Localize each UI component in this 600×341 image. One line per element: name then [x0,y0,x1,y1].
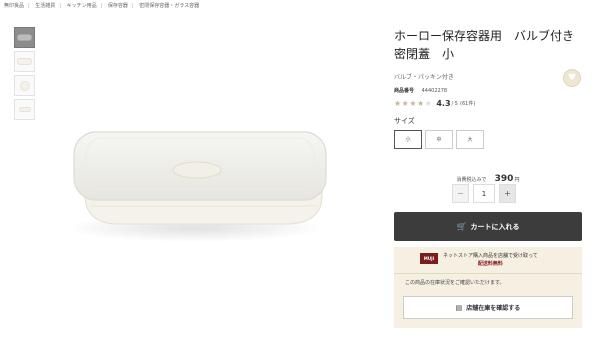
thumbnail-3[interactable] [14,75,35,96]
rating-row[interactable]: ★★★★★ 4.3 / 5 (61件) [394,99,584,108]
price-row: 消費税込みで 390円 [394,166,582,185]
thumbnail-2[interactable] [14,51,35,72]
breadcrumb-item-goods[interactable]: 生活雑貨 [35,3,55,9]
review-count[interactable]: (61件) [460,100,475,107]
quantity-decrease-button[interactable]: − [452,184,469,203]
breadcrumb: 無印良品 | 生活雑貨 | キッチン用品 | 保存容器 | 密閉保存容器・ガラス容器 [4,3,200,9]
store-pickup-box: MUJI ネットストア購入商品を店舗で受け取って 配送料無料 この商品の在庫状況… [394,247,582,328]
check-store-stock-label: 店舗在庫を確認する [466,305,521,312]
add-to-cart-label: カートに入れる [470,222,520,231]
store-pickup-line2: 配送料無料 [477,261,503,267]
size-option-medium[interactable]: 中 [425,130,453,149]
store-pickup-banner: MUJI ネットストア購入商品を店舗で受け取って 配送料無料 [394,247,582,271]
product-code: 44402278 [421,88,448,94]
quantity-value[interactable]: 1 [473,184,495,203]
thumbnail-list [14,27,36,123]
add-to-cart-button[interactable]: 🛒 カートに入れる [394,212,582,241]
quantity-increase-button[interactable]: + [499,184,516,203]
star-icon: ★ [417,99,425,108]
product-subtitle: バルブ・パッキン付き [394,74,454,81]
price-unit: 円 [514,177,520,183]
thumbnail-1[interactable] [14,27,35,48]
product-info: ホーロー保存容器用 バルブ付き密閉蓋 小 バルブ・パッキン付き 商品番号 444… [394,27,584,149]
muji-logo: MUJI [420,253,438,264]
price-value: 390 [494,174,514,184]
quantity-stepper: − 1 + [452,184,516,203]
size-option-small[interactable]: 小 [394,130,422,149]
product-code-label: 商品番号 [394,88,415,94]
stock-note: この商品の在庫状況をご確認いただけます。 [405,280,505,286]
size-option-large[interactable]: 大 [456,130,484,149]
breadcrumb-item-airtight[interactable]: 密閉保存容器・ガラス容器 [139,3,199,9]
check-store-stock-button[interactable]: ▤ 店舗在庫を確認する [403,296,573,319]
breadcrumb-item-home[interactable]: 無印良品 [4,3,24,9]
rating-stars: ★★★★★ [394,99,432,108]
store-pickup-line1: ネットストア購入商品を店舗で受け取って [443,253,538,259]
shop-icon: ▤ [455,303,463,312]
thumbnail-4[interactable] [14,99,35,120]
product-image [65,131,327,242]
favorite-button[interactable]: ♥ [563,69,581,87]
store-pickup-text: ネットストア購入商品を店舗で受け取って 配送料無料 [443,252,538,268]
breadcrumb-item-kitchen[interactable]: キッチン用品 [67,3,97,9]
price-label: 消費税込みで [456,177,487,183]
star-icon: ★ [394,99,402,108]
size-options: 小 中 大 [394,130,584,149]
rating-score: 4.3 [436,99,451,108]
product-code-row: 商品番号 44402278 [394,87,584,94]
star-icon: ★ [424,99,433,108]
breadcrumb-item-storage[interactable]: 保存容器 [108,3,128,9]
cart-icon: 🛒 [456,222,467,231]
heart-icon: ♥ [567,73,577,83]
product-title: ホーロー保存容器用 バルブ付き密閉蓋 小 [394,29,575,61]
size-label: サイズ [394,117,415,125]
star-icon: ★ [409,99,418,108]
rating-outof: / 5 [451,100,458,107]
